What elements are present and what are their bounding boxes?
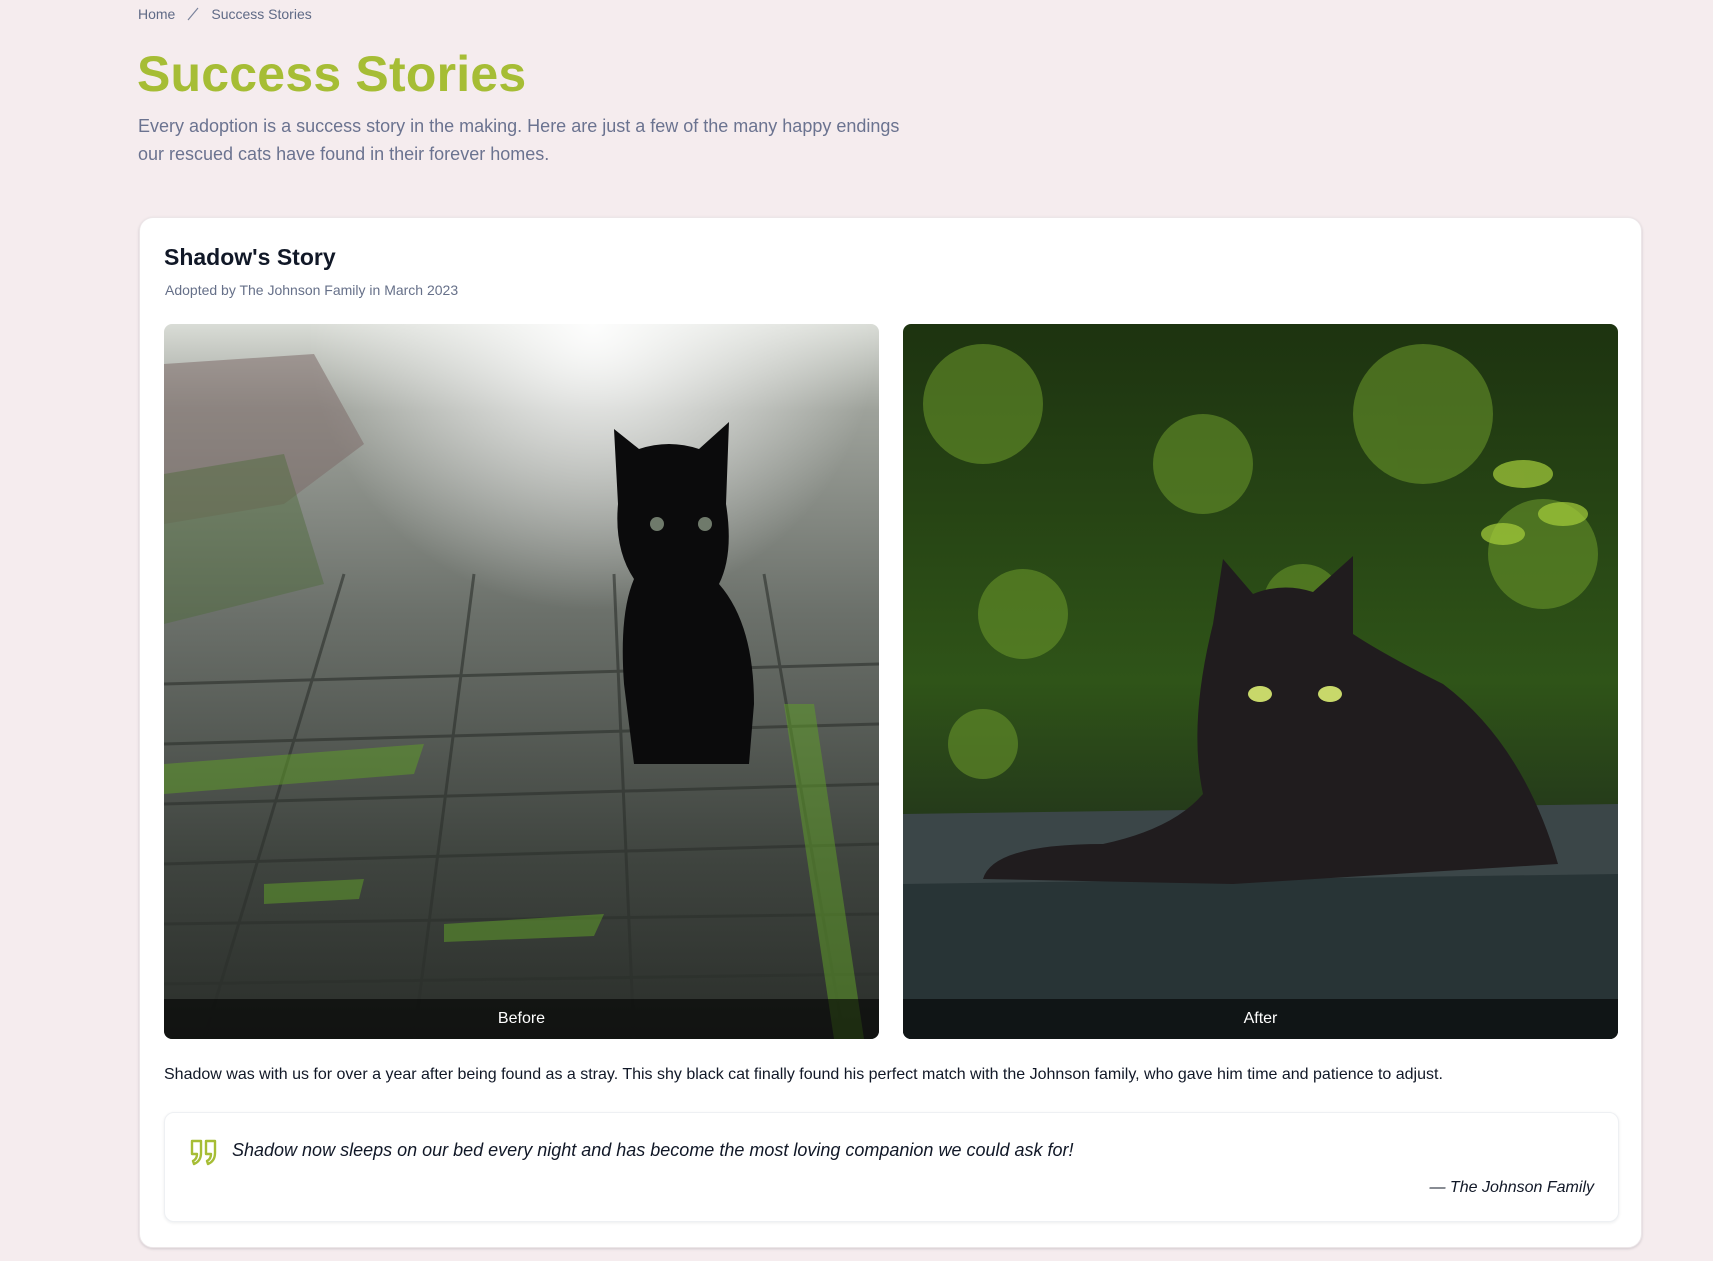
page-intro: Every adoption is a success story in the… bbox=[138, 116, 900, 164]
slash-icon bbox=[185, 6, 201, 22]
before-photo: Before bbox=[164, 324, 879, 1039]
before-cat-image bbox=[164, 324, 879, 1039]
quote-text: Shadow now sleeps on our bed every night… bbox=[232, 1140, 1074, 1160]
quote-icon bbox=[189, 1137, 219, 1167]
breadcrumb-home-link[interactable]: Home bbox=[138, 6, 175, 22]
breadcrumb: Home Success Stories bbox=[138, 6, 312, 22]
story-title: Shadow's Story bbox=[164, 244, 336, 270]
story-description: Shadow was with us for over a year after… bbox=[164, 1066, 1443, 1083]
story-adoption-meta: Adopted by The Johnson Family in March 2… bbox=[165, 282, 459, 298]
after-photo: After bbox=[903, 324, 1618, 1039]
quote-author: — The Johnson Family bbox=[1429, 1179, 1594, 1196]
page: Home Success Stories Success Stories Eve… bbox=[0, 0, 1713, 1261]
testimonial: Shadow now sleeps on our bed every night… bbox=[164, 1112, 1619, 1222]
before-label: Before bbox=[164, 999, 879, 1039]
story-card: Shadow's Story Adopted by The Johnson Fa… bbox=[139, 217, 1642, 1248]
breadcrumb-current: Success Stories bbox=[211, 6, 312, 22]
after-cat-image bbox=[903, 324, 1618, 1039]
after-label: After bbox=[903, 999, 1618, 1039]
page-title: Success Stories bbox=[137, 46, 527, 102]
